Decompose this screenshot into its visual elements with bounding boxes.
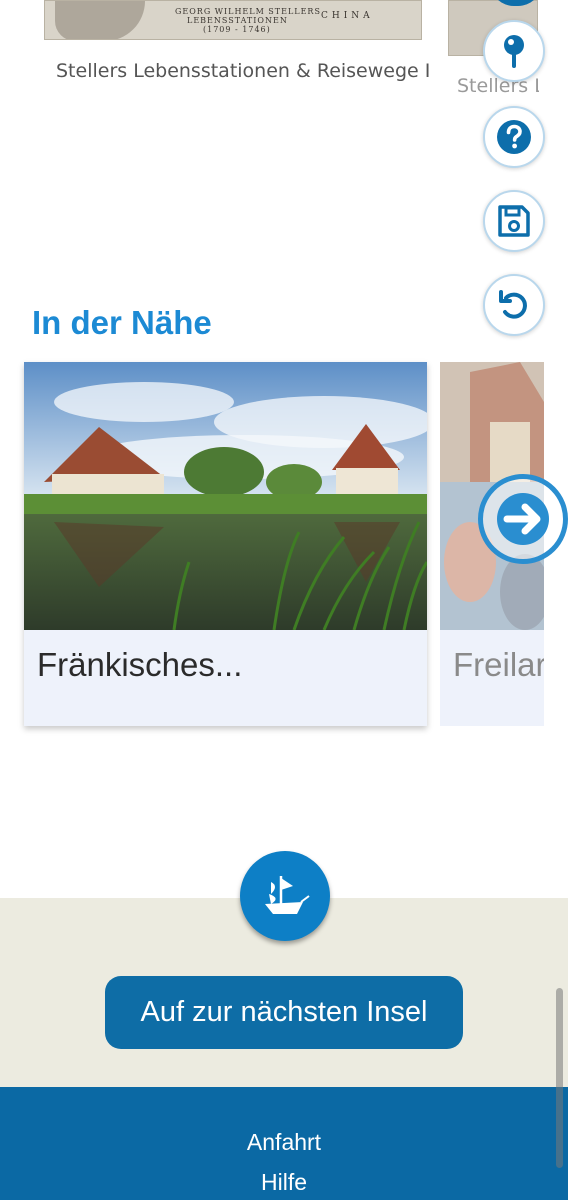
save-button[interactable] — [483, 190, 545, 252]
card-1-title: Fränkisches... — [37, 646, 243, 683]
card-2-title: Freilar — [453, 646, 544, 683]
map-text-line3: (1709 - 1746) — [203, 25, 271, 34]
ship-button[interactable] — [240, 851, 330, 941]
next-island-button[interactable]: Auf zur nächsten Insel — [105, 976, 463, 1049]
location-button[interactable] — [483, 20, 545, 82]
map-text-line1: GEORG WILHELM STELLERS — [175, 7, 321, 16]
scrollbar[interactable] — [556, 988, 563, 1168]
map-shape — [55, 1, 145, 39]
map-text-country: CHINA — [321, 11, 374, 21]
nearby-card-1[interactable]: Fränkisches... — [24, 362, 427, 726]
arrow-right-icon — [497, 493, 549, 545]
card-1-image — [24, 362, 427, 630]
ship-icon — [265, 876, 310, 914]
map-text-line2: LEBENSSTATIONEN — [187, 16, 288, 25]
undo-icon — [499, 290, 527, 319]
question-icon — [497, 120, 531, 154]
location-pin-icon — [504, 35, 524, 68]
undo-button[interactable] — [483, 274, 545, 336]
footer: Anfahrt Hilfe — [0, 1087, 568, 1200]
save-icon — [498, 205, 530, 237]
gallery-caption-1[interactable]: Stellers Lebensstationen & Reisewege I — [56, 60, 430, 82]
carousel-next-button[interactable] — [478, 474, 568, 564]
footer-link-directions[interactable]: Anfahrt — [0, 1129, 568, 1156]
help-button[interactable] — [483, 106, 545, 168]
nearby-section-title: In der Nähe — [32, 304, 212, 341]
footer-link-help[interactable]: Hilfe — [0, 1169, 568, 1196]
gallery-image-map[interactable]: GEORG WILHELM STELLERS LEBENSSTATIONEN (… — [44, 0, 422, 40]
